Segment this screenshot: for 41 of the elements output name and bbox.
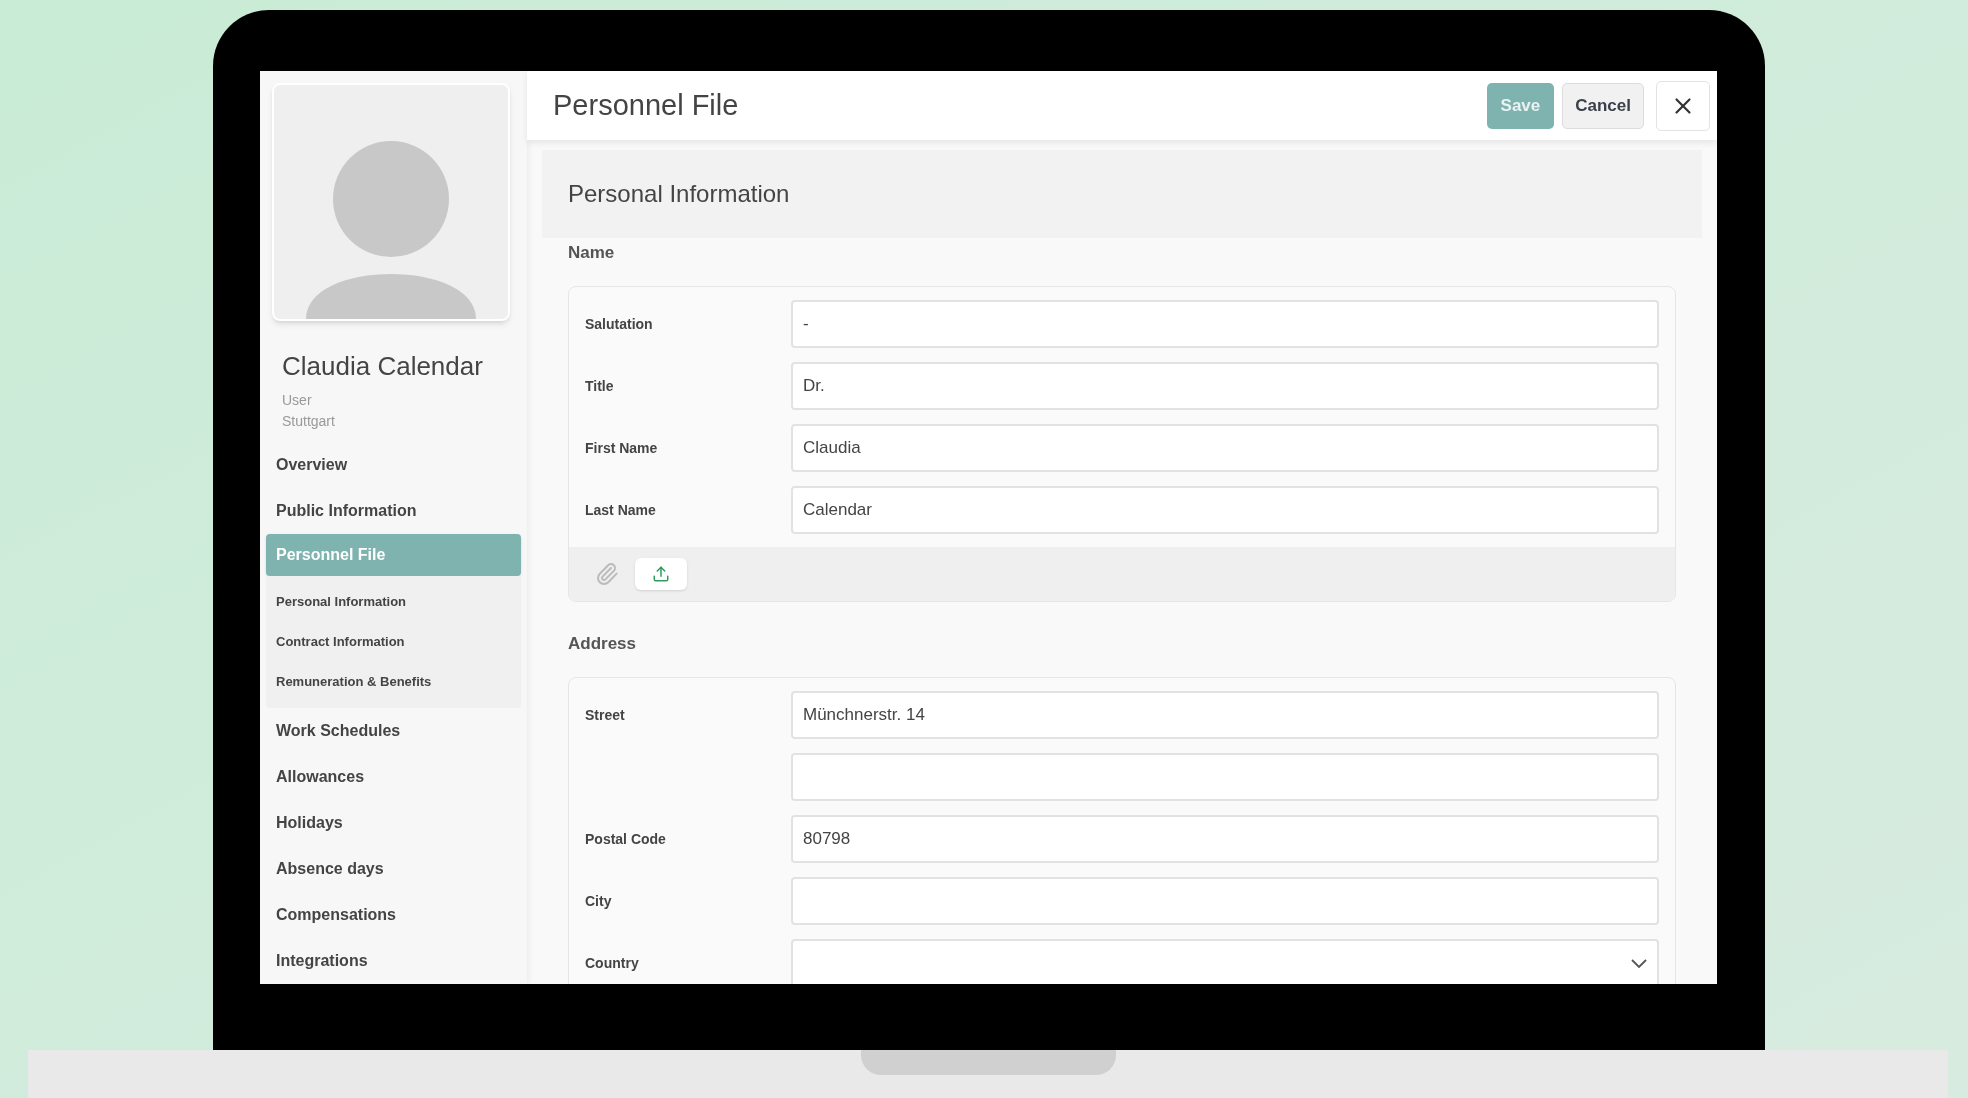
profile-name: Claudia Calendar: [282, 350, 484, 383]
profile-role: User: [282, 391, 313, 410]
upload-icon: [652, 565, 670, 583]
subnav-item[interactable]: Personal Information: [266, 582, 521, 622]
field-label: Last Name: [585, 502, 656, 518]
input-field[interactable]: Münchnerstr. 14: [791, 691, 1659, 739]
nav-item[interactable]: Allowances: [266, 754, 521, 800]
chevron-down-icon: [1631, 958, 1647, 968]
upload-button[interactable]: [635, 558, 687, 590]
nav-item[interactable]: Integrations: [266, 938, 521, 984]
field-label: Title: [585, 378, 614, 394]
input-field[interactable]: -: [791, 300, 1659, 348]
input-field[interactable]: Calendar: [791, 486, 1659, 534]
input-field[interactable]: Dr.: [791, 362, 1659, 410]
paperclip-icon[interactable]: [595, 562, 619, 586]
select-field[interactable]: [791, 939, 1659, 984]
subnav-item[interactable]: Remuneration & Benefits: [266, 662, 521, 702]
field-label: City: [585, 893, 612, 909]
group-label: Address: [568, 633, 637, 656]
field-label: Street: [585, 707, 625, 723]
input-field[interactable]: 80798: [791, 815, 1659, 863]
group-label: Name: [568, 242, 615, 265]
section-title: Personal Information: [568, 179, 790, 209]
close-button[interactable]: [1656, 80, 1710, 131]
nav-item[interactable]: Work Schedules: [266, 708, 521, 754]
profile-location: Stuttgart: [282, 412, 336, 431]
page-title: Personnel File: [553, 87, 740, 123]
nav-item[interactable]: Absence days: [266, 846, 521, 892]
field-label: Postal Code: [585, 831, 666, 847]
nav-item[interactable]: Overview: [266, 442, 521, 488]
field-label: Salutation: [585, 316, 653, 332]
nav-item[interactable]: Compensations: [266, 892, 521, 938]
input-field[interactable]: [791, 877, 1659, 925]
field-label: Country: [585, 955, 639, 971]
nav-item[interactable]: Public Information: [266, 488, 521, 534]
nav-item[interactable]: Holidays: [266, 800, 521, 846]
input-field[interactable]: [791, 753, 1659, 801]
subnav-item[interactable]: Contract Information: [266, 622, 521, 662]
field-label: First Name: [585, 440, 658, 456]
cancel-button[interactable]: Cancel: [1562, 82, 1644, 129]
input-field[interactable]: Claudia: [791, 424, 1659, 472]
